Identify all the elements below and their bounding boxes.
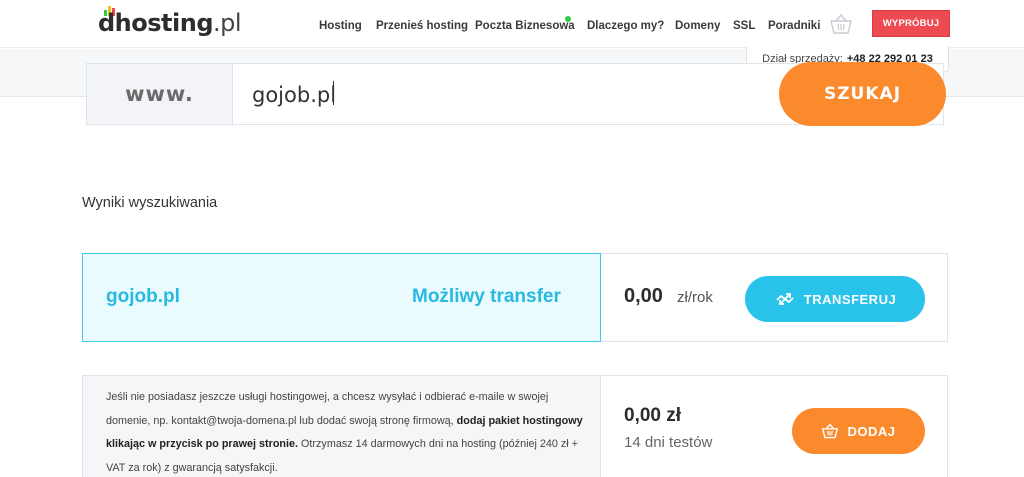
add-hosting-button[interactable]: DODAJ	[792, 408, 925, 454]
nav-item-ssl[interactable]: SSL	[733, 20, 755, 32]
hosting-trial: 14 dni testów	[624, 434, 713, 451]
transfer-status: Możliwy transfer	[412, 286, 561, 307]
nav-item-domains[interactable]: Domeny	[675, 20, 720, 32]
nav-item-hosting[interactable]: Hosting	[319, 20, 362, 32]
nav-item-business-mail[interactable]: Poczta Biznesowa	[475, 20, 575, 32]
add-button-label: DODAJ	[847, 423, 896, 439]
nav-item-guides[interactable]: Poradniki	[768, 20, 820, 32]
top-header: dhosting.pl Hosting Przenieś hosting Poc…	[0, 0, 1024, 48]
www-prefix: www.	[86, 63, 233, 125]
logo[interactable]: dhosting.pl	[98, 9, 242, 37]
domain-name: gojob.pl	[106, 286, 180, 307]
search-button[interactable]: SZUKAJ	[779, 62, 946, 126]
domain-price: 0,00	[624, 285, 663, 307]
transfer-button[interactable]: TRANSFERUJ	[745, 276, 925, 322]
results-title: Wyniki wyszukiwania	[82, 195, 218, 211]
basket-icon	[822, 423, 839, 439]
domain-price-unit: zł/rok	[677, 289, 713, 306]
try-button[interactable]: WYPRÓBUJ	[872, 10, 950, 37]
nav-item-why-us[interactable]: Dlaczego my?	[587, 20, 664, 32]
domain-search-input[interactable]	[252, 78, 752, 112]
transfer-button-label: TRANSFERUJ	[803, 291, 897, 307]
text-cursor	[333, 81, 334, 105]
transfer-icon	[776, 293, 794, 305]
new-badge-dot	[565, 16, 571, 22]
nav-item-transfer-hosting[interactable]: Przenieś hosting	[376, 20, 468, 32]
hosting-offer-text: Jeśli nie posiadasz jeszcze usługi hosti…	[106, 391, 583, 474]
basket-icon[interactable]	[829, 12, 853, 36]
hosting-price: 0,00 zł	[624, 405, 682, 426]
